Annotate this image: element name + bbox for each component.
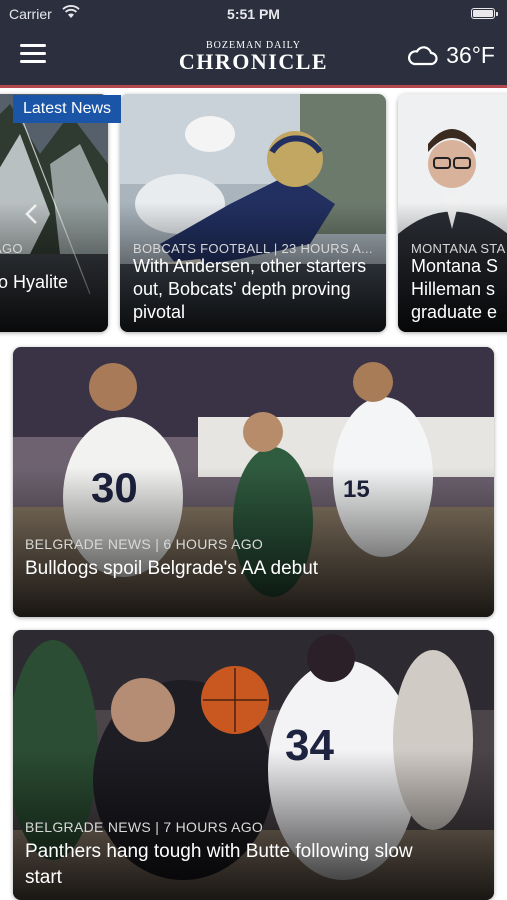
card-meta: BELGRADE NEWS | 7 HOURS AGO	[25, 819, 264, 835]
nav-bar: BOZEMAN DAILY CHRONICLE 36°F	[0, 28, 507, 88]
battery-icon	[471, 8, 498, 19]
status-time: 5:51 PM	[227, 6, 280, 22]
card-meta: AGO	[0, 241, 23, 256]
card-meta: BOBCATS FOOTBALL | 23 HOURS A...	[133, 241, 373, 256]
card-headline: Montana S Hilleman s graduate e	[411, 256, 499, 322]
latest-news-badge: Latest News	[13, 95, 122, 123]
temperature-label: 36°F	[446, 41, 495, 68]
card-headline: Panthers hang tough with Butte following…	[25, 841, 413, 888]
carousel-card[interactable]: AGO to Hyalite	[0, 94, 108, 332]
card-meta: BELGRADE NEWS | 6 HOURS AGO	[25, 536, 264, 552]
weather-widget[interactable]: 36°F	[406, 40, 495, 70]
card-gradient	[0, 202, 108, 332]
latest-news-carousel[interactable]: AGO to Hyalite BOBCATS FOOTBALL | 23 HOU…	[0, 88, 507, 342]
card-headline: With Andersen, other starters out, Bobca…	[133, 256, 367, 322]
cloud-icon	[408, 46, 438, 66]
news-card[interactable]: 34 BELGRADE NEWS | 7 HOURS AGO Panthers …	[13, 630, 494, 900]
card-headline: to Hyalite	[0, 272, 69, 292]
card-meta: MONTANA STA	[411, 241, 506, 256]
card-headline: Bulldogs spoil Belgrade's AA debut	[25, 558, 319, 579]
news-card[interactable]: 30 15 BELGRADE NEWS | 6 HOURS AGO Bulldo…	[13, 347, 494, 617]
carousel-card[interactable]: MONTANA STA Montana S Hilleman s graduat…	[398, 94, 507, 332]
carousel-card[interactable]: BOBCATS FOOTBALL | 23 HOURS A... With An…	[120, 94, 386, 332]
chevron-left-icon[interactable]	[24, 203, 38, 225]
status-bar: Carrier 5:51 PM	[0, 0, 507, 28]
